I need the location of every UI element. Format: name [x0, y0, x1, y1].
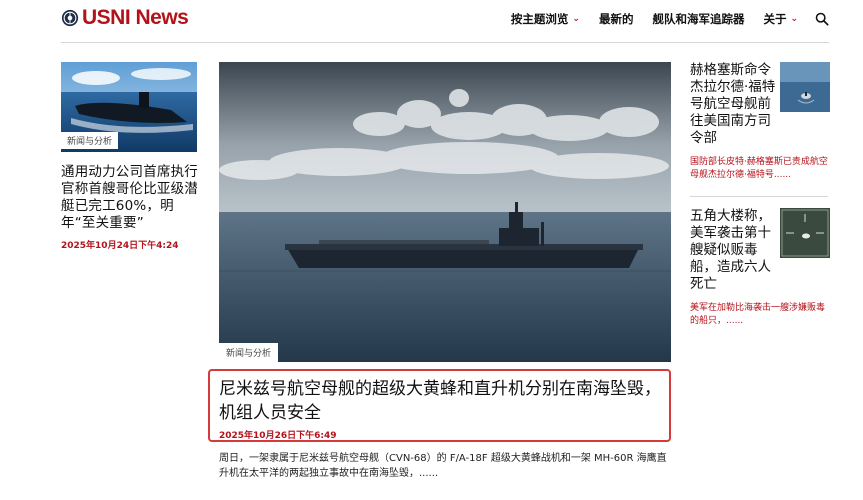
- search-icon[interactable]: [815, 12, 829, 26]
- category-tag[interactable]: 新闻与分析: [219, 343, 279, 362]
- featured-article-excerpt: 周日，一架隶属于尼米兹号航空母舰（CVN-68）的 F/A-18F 超级大黄蜂战…: [219, 453, 667, 479]
- nav-fleet-tracker[interactable]: 舰队和海军追踪器: [652, 11, 744, 27]
- right-article-title[interactable]: 五角大楼称，美军袭击第十艘疑似贩毒船，造成六人死亡: [690, 208, 778, 293]
- right-article-title[interactable]: 赫格塞斯命令杰拉尔德·福特号航空母舰前往美国南方司令部: [690, 62, 778, 147]
- nav-browse-topics[interactable]: 按主题浏览 ⌄: [511, 11, 580, 27]
- article-divider: [690, 196, 828, 197]
- nav-latest[interactable]: 最新的: [599, 11, 634, 27]
- category-tag[interactable]: 新闻与分析: [61, 132, 119, 149]
- left-article-title[interactable]: 通用动力公司首席执行官称首艘哥伦比亚级潜艇已完工60%，明年“至关重要”: [61, 164, 201, 232]
- brand-name: USNI News: [82, 6, 189, 29]
- right-article-excerpt: 国防部长皮特·赫格塞斯已责成航空母舰杰拉尔德·福特号......: [690, 157, 828, 180]
- nav-about[interactable]: 关于 ⌄: [763, 11, 798, 27]
- site-header: USNI News 按主题浏览 ⌄ 最新的 舰队和海军追踪器 关于 ⌄: [0, 0, 863, 42]
- drone-strike-image: [780, 208, 830, 258]
- submarine-photo[interactable]: 新闻与分析: [61, 62, 197, 152]
- nav-latest-label: 最新的: [598, 12, 634, 26]
- right-article: 五角大楼称，美军袭击第十艘疑似贩毒船，造成六人死亡 美军在加勒比海袭击一艘涉嫌贩…: [690, 208, 830, 328]
- nav-browse-topics-label: 按主题浏览: [510, 12, 569, 26]
- usni-emblem-icon: [61, 9, 79, 27]
- main-nav: 按主题浏览 ⌄ 最新的 舰队和海军追踪器 关于 ⌄: [492, 11, 829, 27]
- ship-aerial-image: [780, 62, 830, 112]
- right-article: 赫格塞斯命令杰拉尔德·福特号航空母舰前往美国南方司令部 国防部长皮特·赫格塞斯已…: [690, 62, 830, 182]
- ship-aerial-photo[interactable]: [780, 62, 830, 112]
- drone-strike-photo[interactable]: [780, 208, 830, 258]
- right-article-excerpt: 美军在加勒比海袭击一艘涉嫌贩毒的船只，......: [690, 303, 826, 326]
- featured-article-title[interactable]: 尼米兹号航空母舰的超级大黄蜂和直升机分别在南海坠毁，机组人员安全: [219, 377, 667, 425]
- featured-article: 新闻与分析: [219, 62, 671, 362]
- nav-about-label: 关于: [763, 12, 787, 26]
- left-article: 新闻与分析 通用动力公司首席执行官称首艘哥伦比亚级潜艇已完工60%，明年“至关重…: [61, 62, 201, 251]
- chevron-down-icon: ⌄: [790, 14, 798, 24]
- header-divider: [61, 42, 829, 43]
- chevron-down-icon: ⌄: [572, 14, 580, 24]
- left-article-date: 2025年10月24日下午4:24: [61, 241, 179, 251]
- aircraft-carrier-photo[interactable]: 新闻与分析: [219, 62, 671, 362]
- featured-article-date: 2025年10月26日下午6:49: [219, 431, 337, 441]
- nav-fleet-tracker-label: 舰队和海军追踪器: [652, 12, 745, 26]
- carrier-image: [219, 62, 671, 362]
- site-logo[interactable]: USNI News: [61, 6, 189, 30]
- right-articles: 赫格塞斯命令杰拉尔德·福特号航空母舰前往美国南方司令部 国防部长皮特·赫格塞斯已…: [690, 62, 830, 328]
